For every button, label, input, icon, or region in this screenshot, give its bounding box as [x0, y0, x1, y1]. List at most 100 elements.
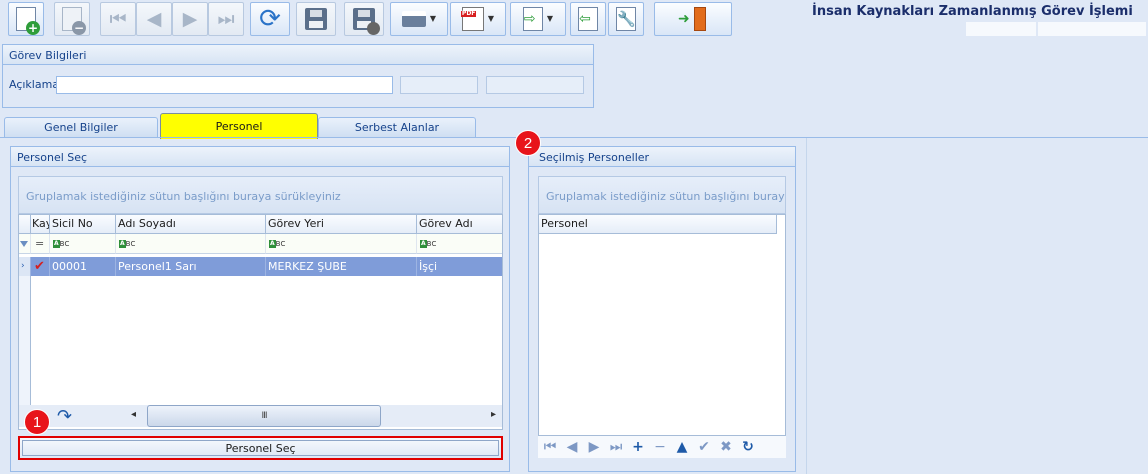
indicator-column-header	[19, 215, 31, 234]
tab-personel[interactable]: Personel	[160, 113, 318, 139]
first-record-button[interactable]: ⏮	[100, 2, 136, 36]
disabled-field	[486, 76, 584, 94]
nav-add-icon[interactable]: +	[630, 439, 646, 455]
new-document-icon: +	[16, 7, 40, 35]
nav-up-icon[interactable]: ▲	[674, 439, 690, 455]
aciklama-label: Açıklama	[9, 78, 60, 91]
personel-sec-header: Personel Seç	[11, 147, 509, 167]
secilmis-group-by-area[interactable]: Gruplamak istediğiniz sütun başlığını bu…	[538, 176, 786, 214]
save-button[interactable]	[296, 2, 336, 36]
annotation-marker-1: 1	[24, 409, 50, 435]
secilmis-grid: Personel	[538, 214, 786, 436]
settings-wrench-icon: 🔧	[616, 7, 636, 31]
disabled-field	[400, 76, 478, 94]
personel-sec-button[interactable]: Personel Seç	[18, 436, 503, 460]
settings-button[interactable]: 🔧	[608, 2, 644, 36]
nav-next-icon[interactable]: ▶	[586, 439, 602, 455]
scroll-left-icon[interactable]: ◂	[131, 409, 136, 420]
checkmark-icon: ✔	[34, 259, 45, 274]
nav-cancel-icon[interactable]: ✖	[718, 439, 734, 455]
delete-document-icon: −	[62, 7, 86, 35]
cell-sicil-no[interactable]: 00001	[50, 257, 116, 276]
row-indicator-column	[19, 276, 31, 405]
nav-last-icon[interactable]: ⏭	[608, 439, 624, 455]
personel-grid: Kay Sicil No Adı Soyadı Görev Yeri Görev…	[18, 214, 503, 430]
chevron-down-icon: ▼	[546, 14, 554, 23]
aciklama-input[interactable]	[56, 76, 393, 94]
cell-gorev-yeri[interactable]: MERKEZ ŞUBE	[266, 257, 417, 276]
first-record-icon: ⏮	[109, 7, 127, 30]
print-icon	[401, 11, 426, 27]
row-indicator: ›	[19, 257, 31, 276]
grid-refresh-icon[interactable]: ↷	[57, 406, 72, 427]
nav-first-icon[interactable]: ⏮	[542, 439, 558, 455]
column-header-adi-soyadi[interactable]: Adı Soyadı	[116, 215, 266, 234]
secilmis-navigator: ⏮ ◀ ▶ ⏭ + − ▲ ✔ ✖ ↻	[538, 436, 786, 458]
gorev-bilgileri-panel: Görev Bilgileri Açıklama	[2, 44, 594, 108]
new-record-button[interactable]: +	[8, 2, 44, 36]
column-header-personel[interactable]: Personel	[539, 215, 777, 234]
window-title: İnsan Kaynakları Zamanlanmış Görev İşlem…	[812, 4, 1133, 19]
text-filter-icon: ABC	[119, 240, 136, 248]
scroll-right-icon[interactable]: ▸	[491, 409, 496, 420]
nav-previous-icon[interactable]: ◀	[564, 439, 580, 455]
cell-adi-soyadi[interactable]: Personel1 Sarı	[116, 257, 266, 276]
column-header-gorev-yeri[interactable]: Görev Yeri	[266, 215, 417, 234]
refresh-icon: ⟳	[259, 4, 281, 34]
title-strip-field	[966, 22, 1036, 36]
column-header-kayit[interactable]: Kay	[31, 215, 50, 234]
group-by-area[interactable]: Gruplamak istediğiniz sütun başlığını bu…	[18, 176, 503, 214]
cell-gorev-adi[interactable]: İşçi	[417, 257, 502, 276]
nav-refresh-icon[interactable]: ↻	[740, 439, 756, 455]
tab-content-border	[0, 137, 1148, 138]
refresh-button[interactable]: ⟳	[250, 2, 290, 36]
equals-operator-icon: =	[35, 237, 45, 250]
filter-cell-adi-soyadi[interactable]: ABC	[116, 234, 266, 254]
nav-remove-icon[interactable]: −	[652, 439, 668, 455]
last-record-icon: ⏭	[217, 7, 235, 30]
column-header-sicil-no[interactable]: Sicil No	[50, 215, 116, 234]
tab-genel-bilgiler[interactable]: Genel Bilgiler	[4, 117, 158, 137]
text-filter-icon: ABC	[53, 240, 70, 248]
chevron-down-icon: ▼	[487, 14, 495, 23]
previous-record-button[interactable]: ◀	[136, 2, 172, 36]
delete-record-button[interactable]: −	[54, 2, 90, 36]
filter-row-indicator	[19, 234, 31, 254]
exit-button[interactable]: ➜	[654, 2, 732, 36]
annotation-marker-2: 2	[515, 130, 541, 156]
text-filter-icon: ABC	[420, 240, 437, 248]
filter-cell-gorev-adi[interactable]: ABC	[417, 234, 502, 254]
secilmis-personeller-header: Seçilmiş Personeller	[529, 147, 795, 167]
save-and-close-icon	[353, 8, 380, 35]
scrollbar-grip-icon: III	[261, 411, 268, 421]
tab-serbest-alanlar[interactable]: Serbest Alanlar	[318, 117, 476, 137]
personel-sec-button-label: Personel Seç	[22, 440, 499, 456]
title-strip-field	[1038, 22, 1146, 36]
scrollbar-thumb[interactable]: III	[147, 405, 381, 427]
filter-cell-gorev-yeri[interactable]: ABC	[266, 234, 417, 254]
text-filter-icon: ABC	[269, 240, 286, 248]
next-record-icon: ▶	[182, 7, 198, 30]
export-button[interactable]: ⇨ ▼	[510, 2, 566, 36]
save-icon	[305, 8, 327, 30]
print-button[interactable]: ▼	[390, 2, 448, 36]
filter-cell-kayit[interactable]: =	[31, 234, 50, 254]
gorev-bilgileri-header: Görev Bilgileri	[3, 45, 593, 65]
import-button[interactable]: ⇦	[570, 2, 606, 36]
right-area-divider	[806, 138, 807, 474]
current-row-arrow-icon: ›	[21, 261, 25, 271]
nav-apply-icon[interactable]: ✔	[696, 439, 712, 455]
horizontal-scrollbar[interactable]: ↷ ◂ III ▸	[19, 405, 502, 427]
filter-funnel-icon	[20, 241, 28, 247]
chevron-down-icon: ▼	[429, 14, 437, 23]
next-record-button[interactable]: ▶	[172, 2, 208, 36]
row-checkmark-cell[interactable]: ✔	[31, 257, 50, 276]
exit-door-icon: ➜	[678, 7, 708, 31]
import-icon: ⇦	[578, 7, 598, 31]
column-header-gorev-adi[interactable]: Görev Adı	[417, 215, 502, 234]
save-and-close-button[interactable]	[344, 2, 384, 36]
pdf-export-icon: PDF	[460, 7, 484, 31]
filter-cell-sicil-no[interactable]: ABC	[50, 234, 116, 254]
pdf-export-button[interactable]: PDF ▼	[450, 2, 506, 36]
last-record-button[interactable]: ⏭	[208, 2, 244, 36]
